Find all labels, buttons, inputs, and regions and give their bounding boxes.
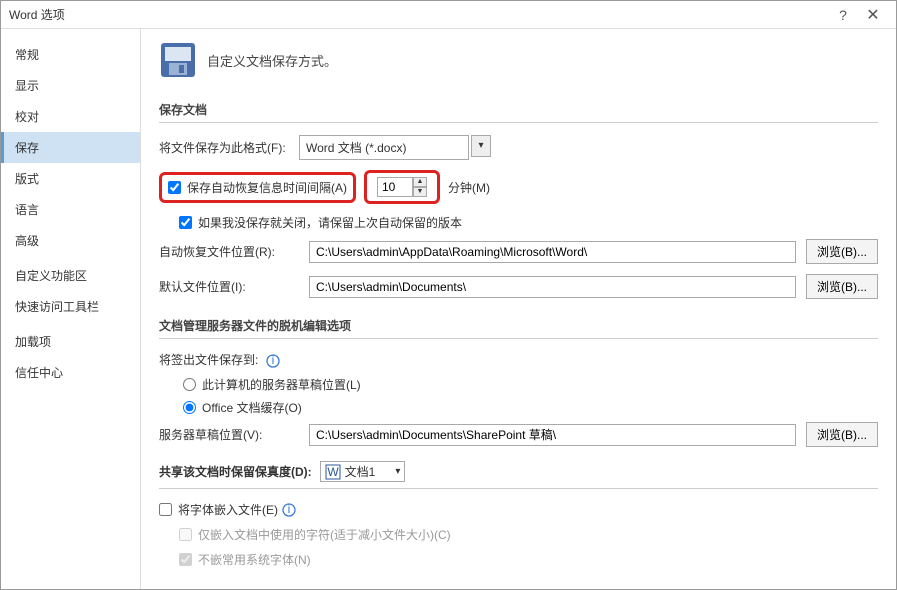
- autosave-minutes-input[interactable]: [377, 177, 413, 197]
- browse-default-button[interactable]: 浏览(B)...: [806, 274, 878, 299]
- sidebar-item-addins[interactable]: 加载项: [1, 326, 140, 357]
- section-offline-title: 文档管理服务器文件的脱机编辑选项: [159, 313, 878, 339]
- share-doc-arrow[interactable]: ▾: [395, 466, 400, 477]
- sidebar: 常规 显示 校对 保存 版式 语言 高级 自定义功能区 快速访问工具栏 加载项 …: [1, 29, 141, 589]
- autosave-highlight-1: 保存自动恢复信息时间间隔(A): [159, 172, 356, 203]
- section-save-title: 保存文档: [159, 97, 878, 123]
- radio-server-label: 此计算机的服务器草稿位置(L): [202, 376, 361, 393]
- embed-fonts-checkbox[interactable]: [159, 503, 172, 516]
- help-button[interactable]: ?: [828, 7, 858, 23]
- titlebar: Word 选项 ? ✕: [1, 1, 896, 29]
- server-draft-label: 服务器草稿位置(V):: [159, 426, 309, 443]
- minutes-suffix: 分钟(M): [448, 179, 490, 196]
- autorecover-loc-input[interactable]: [309, 241, 796, 263]
- format-label: 将文件保存为此格式(F):: [159, 139, 299, 156]
- info-icon-2[interactable]: i: [282, 503, 296, 517]
- share-doc-name: 文档1: [345, 463, 376, 480]
- share-doc-combo[interactable]: W 文档1 ▾: [320, 461, 406, 482]
- sidebar-item-trust-center[interactable]: 信任中心: [1, 357, 140, 388]
- default-loc-label: 默认文件位置(I):: [159, 278, 309, 295]
- spinner-down[interactable]: ▼: [413, 187, 427, 197]
- embed-fonts-label: 将字体嵌入文件(E): [178, 501, 278, 518]
- close-button[interactable]: ✕: [858, 5, 888, 25]
- default-loc-input[interactable]: [309, 276, 796, 298]
- section-share-title: 共享该文档时保留保真度(D):: [159, 463, 312, 480]
- autorecover-loc-label: 自动恢复文件位置(R):: [159, 243, 309, 260]
- spinner-up[interactable]: ▲: [413, 177, 427, 187]
- sidebar-item-proofing[interactable]: 校对: [1, 101, 140, 132]
- format-dropdown-arrow[interactable]: ▾: [471, 135, 491, 157]
- sidebar-item-customize-ribbon[interactable]: 自定义功能区: [1, 260, 140, 291]
- keep-last-autosave-checkbox[interactable]: [179, 216, 192, 229]
- page-headline: 自定义文档保存方式。: [207, 51, 337, 70]
- keep-last-autosave-label: 如果我没保存就关闭，请保留上次自动保留的版本: [198, 214, 462, 231]
- content-pane: 自定义文档保存方式。 保存文档 将文件保存为此格式(F): Word 文档 (*…: [141, 29, 896, 589]
- sidebar-item-layout[interactable]: 版式: [1, 163, 140, 194]
- sidebar-item-qat[interactable]: 快速访问工具栏: [1, 291, 140, 322]
- server-draft-input[interactable]: [309, 424, 796, 446]
- browse-server-draft-button[interactable]: 浏览(B)...: [806, 422, 878, 447]
- word-doc-icon: W: [325, 464, 341, 480]
- sidebar-item-save[interactable]: 保存: [1, 132, 140, 163]
- no-common-fonts-label: 不嵌常用系统字体(N): [198, 551, 311, 568]
- window-title: Word 选项: [9, 6, 828, 23]
- save-checkout-label: 将签出文件保存到:: [159, 353, 258, 367]
- embed-used-only-label: 仅嵌入文档中使用的字符(适于减小文件大小)(C): [198, 526, 451, 543]
- radio-office-cache[interactable]: [183, 401, 196, 414]
- svg-text:W: W: [327, 465, 339, 479]
- browse-autorecover-button[interactable]: 浏览(B)...: [806, 239, 878, 264]
- radio-cache-label: Office 文档缓存(O): [202, 399, 302, 416]
- no-common-fonts-checkbox: [179, 553, 192, 566]
- sidebar-item-advanced[interactable]: 高级: [1, 225, 140, 256]
- info-icon[interactable]: i: [266, 354, 280, 368]
- svg-text:i: i: [271, 354, 274, 367]
- svg-text:i: i: [288, 503, 291, 516]
- sidebar-item-language[interactable]: 语言: [1, 194, 140, 225]
- autosave-highlight-2: ▲ ▼: [364, 170, 440, 204]
- embed-used-only-checkbox: [179, 528, 192, 541]
- format-dropdown[interactable]: Word 文档 (*.docx): [299, 135, 469, 160]
- radio-server-drafts[interactable]: [183, 378, 196, 391]
- sidebar-item-general[interactable]: 常规: [1, 39, 140, 70]
- sidebar-item-display[interactable]: 显示: [1, 70, 140, 101]
- autosave-label: 保存自动恢复信息时间间隔(A): [187, 179, 347, 196]
- save-disk-icon: [159, 41, 197, 79]
- autosave-checkbox[interactable]: [168, 181, 181, 194]
